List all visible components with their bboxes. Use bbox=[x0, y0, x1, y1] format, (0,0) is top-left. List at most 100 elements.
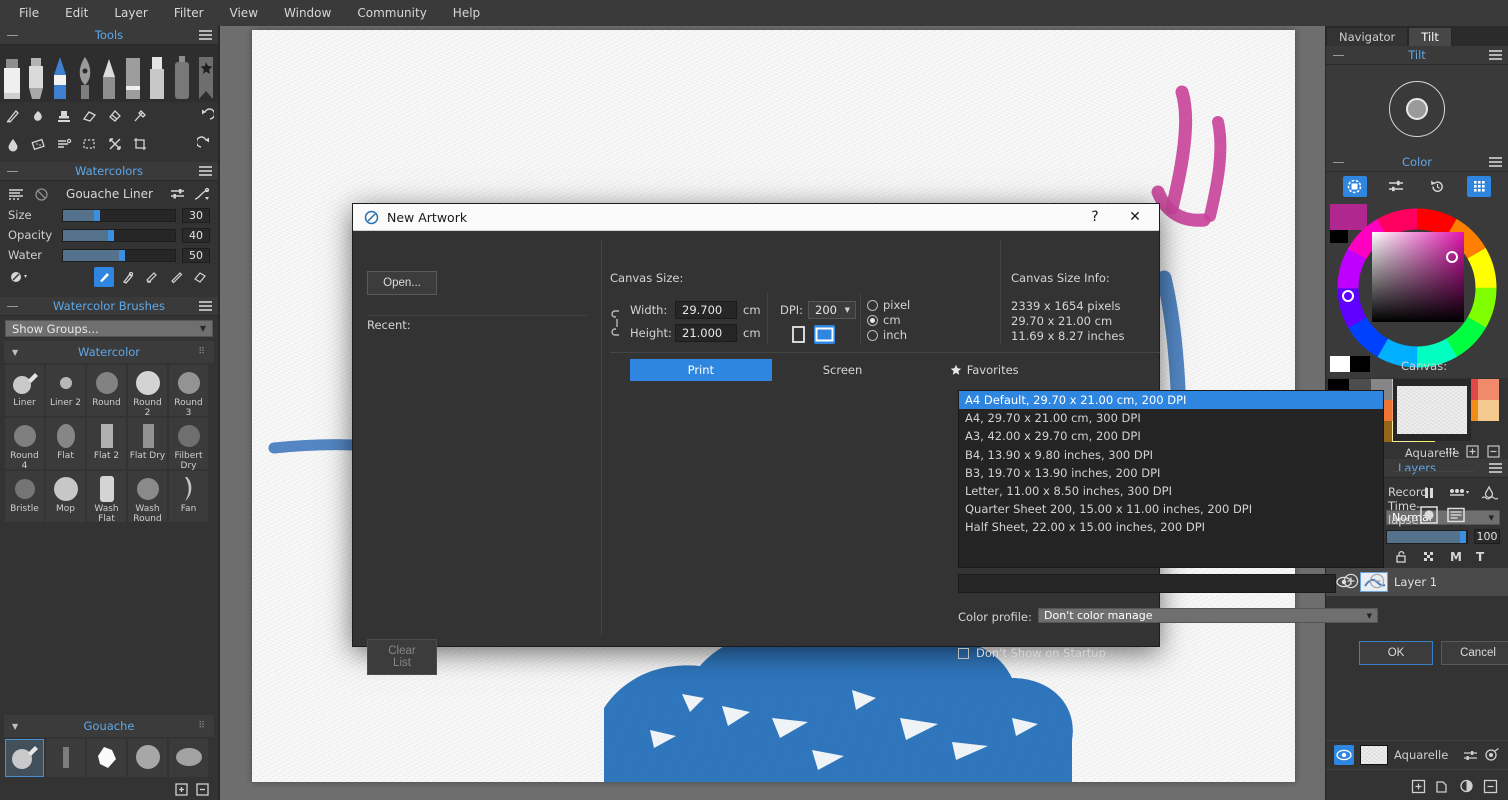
checkbox[interactable] bbox=[958, 647, 969, 659]
brush-flat-2[interactable]: Flat 2 bbox=[87, 418, 126, 469]
gouache-brush-2[interactable] bbox=[46, 739, 85, 777]
add-layer-icon[interactable] bbox=[1411, 779, 1426, 794]
brush-wash-flat[interactable]: Wash Flat bbox=[87, 471, 126, 523]
crop-icon[interactable] bbox=[128, 130, 154, 158]
brush-wash-round[interactable]: Wash Round bbox=[128, 471, 167, 523]
swatch[interactable] bbox=[1477, 379, 1500, 400]
remove-swatch-icon[interactable] bbox=[1487, 444, 1500, 458]
preset-item[interactable]: B3, 19.70 x 13.90 inches, 200 DPI bbox=[959, 464, 1383, 482]
tilt-panel-header[interactable]: Tilt bbox=[1326, 46, 1508, 65]
help-icon[interactable]: ? bbox=[1075, 204, 1115, 230]
panel-menu-icon-3[interactable] bbox=[199, 299, 212, 314]
gouache-brush-3[interactable] bbox=[87, 739, 126, 777]
smear-mode-icon[interactable] bbox=[142, 267, 162, 287]
pencil-tool-icon[interactable] bbox=[97, 45, 121, 102]
wind-tool-icon[interactable] bbox=[51, 130, 77, 158]
collapse-dash-icon-5[interactable] bbox=[1333, 161, 1344, 163]
transform-icon[interactable] bbox=[102, 130, 128, 158]
color-history-icon[interactable] bbox=[1426, 176, 1450, 197]
blend-mode-icon[interactable] bbox=[118, 267, 138, 287]
pen-nib-tool-icon[interactable] bbox=[73, 45, 97, 102]
ok-button[interactable]: OK bbox=[1359, 641, 1433, 665]
preset-list[interactable]: A4 Default, 29.70 x 21.00 cm, 200 DPI A4… bbox=[958, 390, 1384, 568]
dont-show-checkbox-row[interactable]: Don't Show on Startup bbox=[958, 646, 1106, 660]
preset-item[interactable]: Letter, 11.00 x 8.50 inches, 300 DPI bbox=[959, 482, 1383, 500]
dialog-titlebar[interactable]: New Artwork ? ✕ bbox=[353, 204, 1159, 231]
brushes-panel-header[interactable]: Watercolor Brushes bbox=[0, 297, 218, 316]
lock-alpha-icon[interactable] bbox=[1422, 550, 1436, 564]
cancel-button[interactable]: Cancel bbox=[1441, 641, 1508, 665]
color-wheel-icon[interactable] bbox=[1342, 175, 1367, 197]
tilt-knob[interactable] bbox=[1406, 98, 1428, 120]
swatch[interactable] bbox=[1477, 400, 1500, 421]
collapse-dash-icon[interactable] bbox=[7, 34, 18, 36]
preset-item[interactable]: A3, 42.00 x 29.70 cm, 200 DPI bbox=[959, 427, 1383, 445]
curve-icon[interactable] bbox=[194, 187, 210, 201]
tab-navigator[interactable]: Navigator bbox=[1326, 27, 1409, 46]
color-profile-dropdown[interactable]: Don't color manage ▼ bbox=[1038, 608, 1378, 623]
smudge-tool-icon[interactable] bbox=[0, 102, 26, 130]
color-panel-header[interactable]: Color bbox=[1326, 153, 1508, 172]
close-icon[interactable]: ✕ bbox=[1115, 204, 1155, 230]
texture-tool-icon[interactable] bbox=[26, 130, 52, 158]
collapse-dash-icon-4[interactable] bbox=[1333, 54, 1344, 56]
tab-favorites[interactable]: Favorites bbox=[913, 359, 1055, 381]
brush-tool-icon[interactable] bbox=[48, 45, 72, 102]
panel-menu-icon-6[interactable] bbox=[1489, 461, 1502, 476]
preset-item[interactable]: B4, 13.90 x 9.80 inches, 300 DPI bbox=[959, 446, 1383, 464]
crayon-tool-icon[interactable] bbox=[121, 45, 145, 102]
layer-fx-icon-2[interactable] bbox=[1484, 747, 1500, 763]
gouache-brush-5[interactable] bbox=[169, 739, 208, 777]
paint-mode-icon[interactable] bbox=[94, 267, 114, 287]
lock-transparency-label[interactable]: T bbox=[1476, 550, 1484, 564]
preset-dropdown-icon[interactable] bbox=[8, 270, 30, 284]
eye-icon-2[interactable] bbox=[1334, 745, 1354, 765]
size-slider[interactable] bbox=[62, 208, 176, 222]
lock-open-icon[interactable] bbox=[1394, 550, 1408, 564]
add-circle-icon[interactable] bbox=[1343, 573, 1359, 589]
brush-round[interactable]: Round bbox=[87, 365, 126, 416]
eraser-mode-icon[interactable] bbox=[190, 267, 210, 287]
tool-pens-strip[interactable] bbox=[0, 45, 218, 102]
liner-mode-icon[interactable] bbox=[166, 267, 186, 287]
unit-radio-cm[interactable]: cm bbox=[867, 313, 901, 327]
tab-tilt[interactable]: Tilt bbox=[1408, 27, 1452, 46]
lock-move-label[interactable]: M bbox=[1450, 550, 1462, 564]
blur-tool-icon[interactable] bbox=[26, 102, 52, 130]
eraser-tool-icon[interactable] bbox=[77, 102, 103, 130]
remove-circle-icon[interactable] bbox=[1369, 573, 1385, 589]
landscape-icon[interactable] bbox=[814, 325, 835, 344]
layer-opacity-slider[interactable] bbox=[1386, 529, 1468, 544]
stamp-tool-icon[interactable] bbox=[51, 102, 77, 130]
watercolors-panel-header[interactable]: Watercolors bbox=[0, 162, 218, 181]
brush-round-2[interactable]: Round 2 bbox=[128, 365, 167, 417]
timelapse-film-icon[interactable] bbox=[1447, 506, 1465, 524]
tools-panel-header[interactable]: Tools bbox=[0, 26, 218, 45]
preset-item[interactable]: Half Sheet, 22.00 x 15.00 inches, 200 DP… bbox=[959, 518, 1383, 536]
duplicate-layer-icon[interactable] bbox=[1435, 779, 1450, 794]
marker-tool-icon[interactable] bbox=[0, 45, 24, 102]
delete-layer-icon[interactable] bbox=[1483, 779, 1498, 794]
drag-handle-icon-2[interactable]: ⠿ bbox=[198, 721, 206, 731]
brush-filbert-dry[interactable]: Filbert Dry bbox=[169, 418, 208, 470]
menu-item-layer[interactable]: Layer bbox=[101, 2, 160, 24]
preset-name-input[interactable] bbox=[958, 574, 1336, 593]
favorites-bookmark-icon[interactable] bbox=[194, 45, 218, 102]
link-chain-icon[interactable] bbox=[610, 308, 624, 338]
water-value[interactable]: 50 bbox=[182, 247, 210, 263]
preset-item[interactable]: A4, 29.70 x 21.00 cm, 300 DPI bbox=[959, 409, 1383, 427]
unit-radio-pixel[interactable]: pixel bbox=[867, 298, 910, 312]
add-brush-icon[interactable] bbox=[174, 782, 189, 797]
marker-2-tool-icon[interactable] bbox=[24, 45, 48, 102]
gouache-brush-4[interactable] bbox=[128, 739, 167, 777]
tab-screen[interactable]: Screen bbox=[772, 359, 914, 381]
tilt-control[interactable] bbox=[1326, 65, 1508, 153]
preset-item[interactable]: A4 Default, 29.70 x 21.00 cm, 200 DPI bbox=[959, 391, 1383, 410]
canvas-preview[interactable] bbox=[1393, 379, 1471, 441]
clear-list-button[interactable]: Clear List bbox=[367, 639, 437, 675]
size-value[interactable]: 30 bbox=[182, 207, 210, 223]
gouache-brush-1[interactable] bbox=[5, 739, 44, 777]
menu-item-community[interactable]: Community bbox=[344, 2, 439, 24]
water-drop-icon[interactable] bbox=[0, 130, 26, 158]
water-layer-icon[interactable] bbox=[1480, 485, 1498, 501]
